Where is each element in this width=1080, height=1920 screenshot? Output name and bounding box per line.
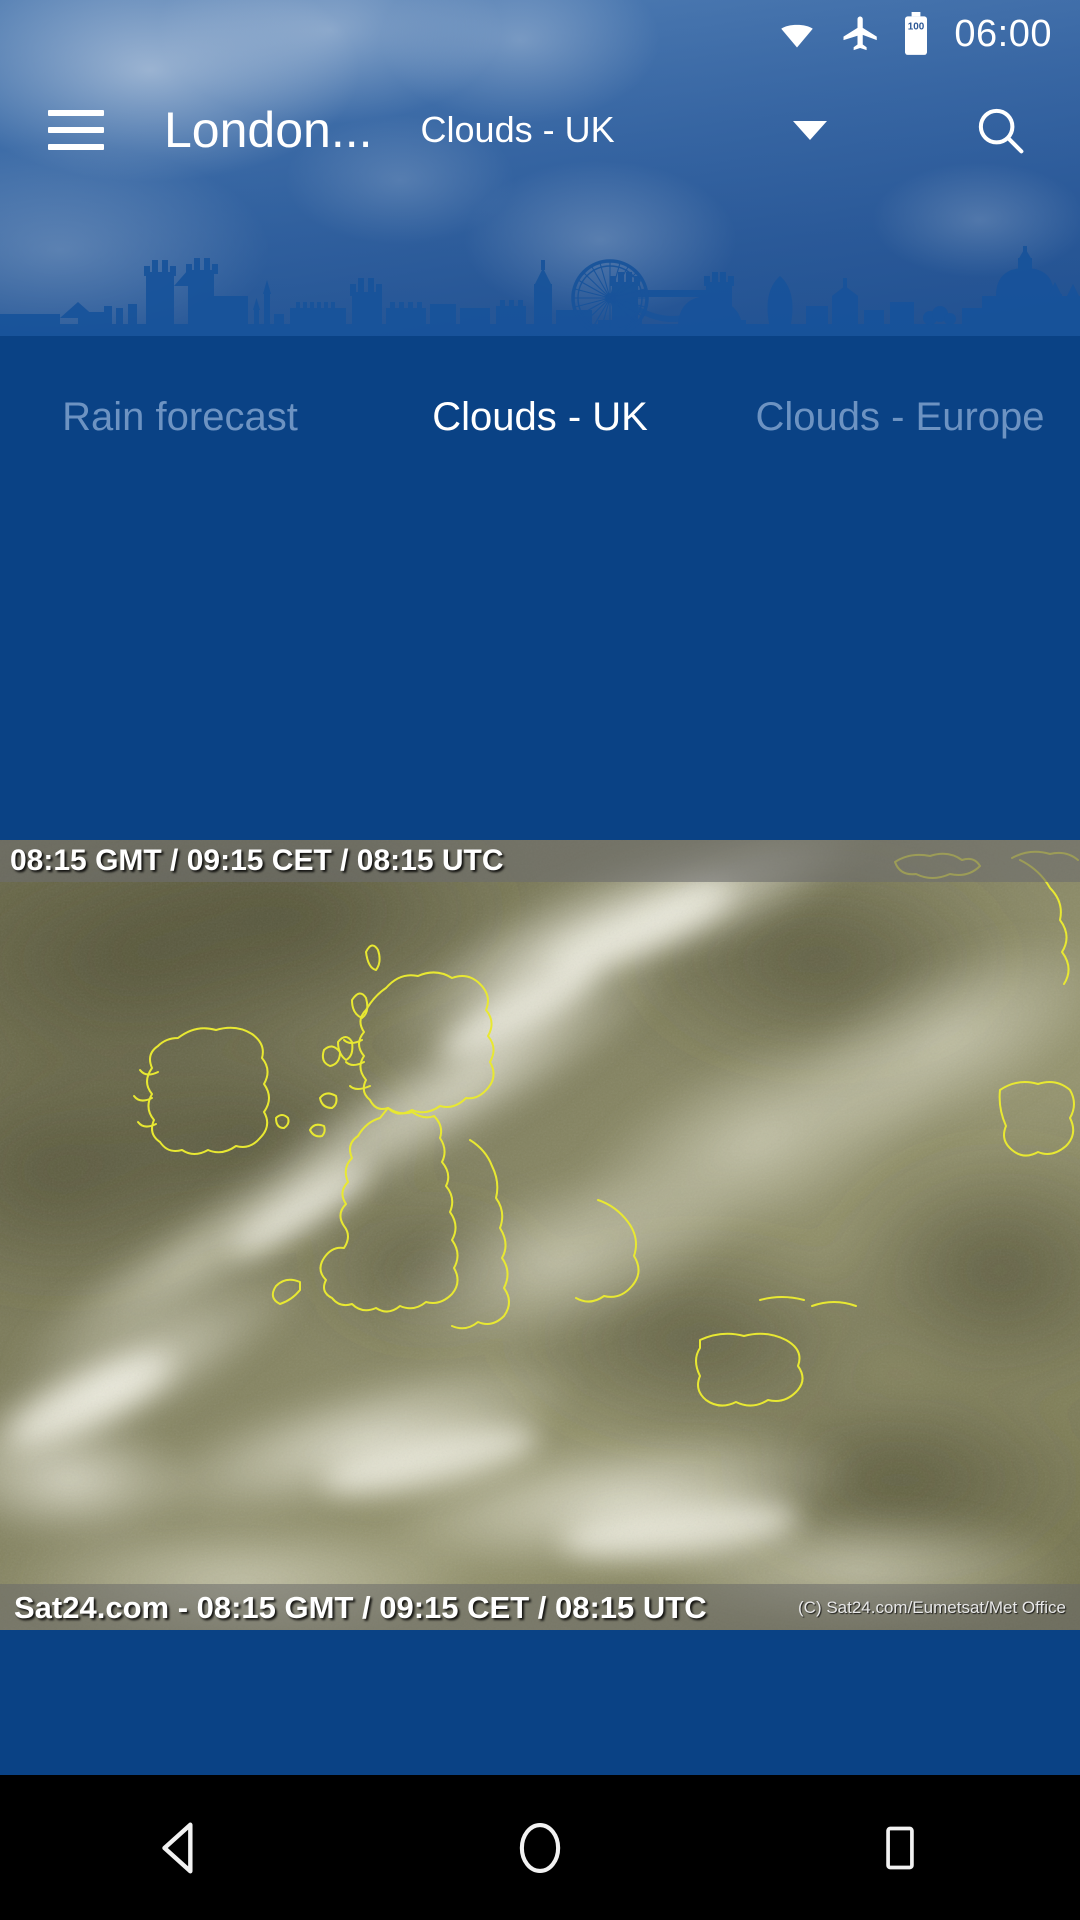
layer-selector[interactable]: Clouds - UK <box>421 112 970 148</box>
satellite-timestamp-overlay: 08:15 GMT / 09:15 CET / 08:15 UTC <box>0 840 1080 882</box>
chevron-down-icon[interactable] <box>792 120 827 140</box>
tab-label: Rain forecast <box>62 395 298 440</box>
search-icon[interactable] <box>970 100 1030 160</box>
page-title: London... <box>164 102 373 158</box>
android-navigation-bar <box>0 1775 1080 1920</box>
satellite-image-view[interactable]: 08:15 GMT / 09:15 CET / 08:15 UTC Sat24.… <box>0 840 1080 1630</box>
tab-clouds-europe[interactable]: Clouds - Europe <box>720 358 1080 478</box>
app-bar: London... Clouds - UK <box>0 80 1080 180</box>
recents-button[interactable] <box>840 1798 960 1898</box>
bottom-blue-panel <box>0 1630 1080 1775</box>
tab-rain-forecast[interactable]: Rain forecast <box>0 358 360 478</box>
tab-label: Clouds - UK <box>432 395 648 440</box>
satellite-timestamp-text: 08:15 GMT / 09:15 CET / 08:15 UTC <box>10 844 504 877</box>
wifi-icon <box>774 16 820 52</box>
battery-icon: 100 <box>902 12 930 56</box>
london-skyline-silhouette <box>0 246 1080 336</box>
home-button[interactable] <box>480 1798 600 1898</box>
status-bar: 100 06:00 <box>0 0 1080 68</box>
app-header: 100 06:00 London... Clouds - UK <box>0 0 1080 336</box>
status-bar-clock: 06:00 <box>954 13 1052 55</box>
satellite-copyright-text: (C) Sat24.com/Eumetsat/Met Office <box>798 1597 1066 1617</box>
satellite-credit-text: Sat24.com - 08:15 GMT / 09:15 CET / 08:1… <box>14 1589 707 1625</box>
tab-label: Clouds - Europe <box>755 395 1045 440</box>
tab-bar-container: Rain forecast Clouds - UK Clouds - Europ… <box>0 336 1080 840</box>
hamburger-menu-icon[interactable] <box>48 110 104 150</box>
satellite-credit-overlay: Sat24.com - 08:15 GMT / 09:15 CET / 08:1… <box>0 1584 1080 1630</box>
satellite-cloud-imagery <box>0 840 1080 1630</box>
back-button[interactable] <box>120 1798 240 1898</box>
layer-selector-label: Clouds - UK <box>420 109 615 150</box>
airplane-mode-icon <box>840 13 882 55</box>
tab-clouds-uk[interactable]: Clouds - UK <box>360 358 720 478</box>
tab-bar: Rain forecast Clouds - UK Clouds - Europ… <box>0 358 1080 478</box>
battery-level-text: 100 <box>908 22 925 33</box>
